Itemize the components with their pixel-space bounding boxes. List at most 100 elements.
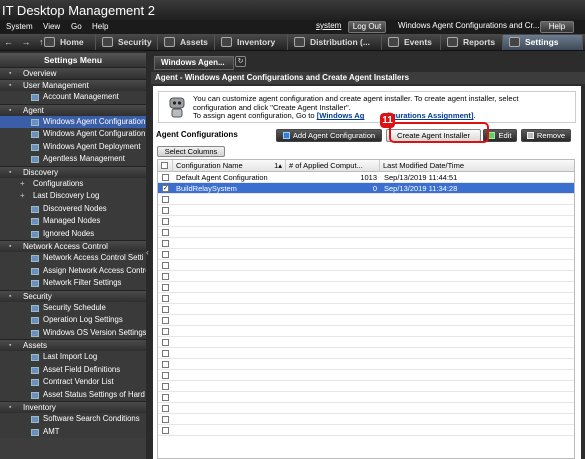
expand-icon[interactable]: + [20,178,25,191]
sidebar-section[interactable]: Network Access Control [0,240,146,253]
sidebar-section[interactable]: Assets [0,339,146,352]
row-checkbox[interactable] [162,427,169,434]
table-row[interactable] [158,392,574,403]
sidebar-item[interactable]: Software Search Conditions [0,413,146,426]
nav-tab-reports[interactable]: Reports [441,35,503,50]
sidebar-item[interactable]: AMT [0,425,146,438]
row-checkbox[interactable] [162,240,169,247]
logout-button[interactable]: Log Out [348,21,386,33]
row-checkbox[interactable] [162,328,169,335]
table-row[interactable] [158,348,574,359]
table-row[interactable] [158,359,574,370]
header-checkbox[interactable] [158,160,173,172]
help-button[interactable]: Help [540,21,574,33]
add-agent-config-button[interactable]: Add Agent Configuration [276,129,382,142]
sidebar-item[interactable]: Windows Agent Configuration [0,115,146,128]
nav-tab-security[interactable]: Security [96,35,158,50]
row-checkbox[interactable] [162,306,169,313]
row-checkbox[interactable] [162,295,169,302]
row-checkbox[interactable] [162,394,169,401]
table-row[interactable] [158,304,574,315]
sidebar-item[interactable]: Asset Status Settings of Hard [0,388,146,401]
sidebar-item[interactable]: Network Filter Settings [0,277,146,290]
table-row[interactable] [158,337,574,348]
row-checkbox[interactable]: ✓ [162,185,169,192]
sidebar-item[interactable]: Windows OS Version Settings [0,326,146,339]
sidebar-item[interactable]: Account Management [0,91,146,104]
row-checkbox[interactable] [162,218,169,225]
tab-windows-agent[interactable]: Windows Agen... [154,56,234,70]
sidebar-item[interactable]: Asset Field Definitions [0,363,146,376]
sidebar-item[interactable]: Security Schedule [0,301,146,314]
table-row[interactable] [158,403,574,414]
table-row[interactable] [158,205,574,216]
row-checkbox[interactable] [162,317,169,324]
remove-button[interactable]: Remove [521,129,571,142]
table-row[interactable] [158,249,574,260]
row-checkbox[interactable] [162,339,169,346]
sidebar-section[interactable]: User Management [0,79,146,92]
table-row[interactable] [158,425,574,436]
header-applied[interactable]: # of Applied Comput... [286,160,380,172]
menu-help[interactable]: Help [92,22,108,31]
sidebar-item[interactable]: Agentless Management [0,153,146,166]
sidebar-item[interactable]: Network Access Control Setti [0,252,146,265]
row-checkbox[interactable] [162,416,169,423]
table-row[interactable] [158,381,574,392]
row-checkbox[interactable] [162,361,169,368]
row-checkbox[interactable] [162,372,169,379]
table-row[interactable] [158,260,574,271]
sidebar-item[interactable]: Managed Nodes [0,215,146,228]
sidebar-item[interactable]: + Configurations [0,177,146,191]
sidebar-section[interactable]: Discovery [0,165,146,179]
sidebar-section[interactable]: Security [0,289,146,303]
select-columns-button[interactable]: Select Columns [157,146,225,157]
row-checkbox[interactable] [162,174,169,181]
nav-tab-distribution[interactable]: Distribution (... [288,35,382,50]
table-row[interactable] [158,414,574,425]
table-row[interactable]: ✓ BuildRelaySystem 0 Sep/13/2019 11:34:28 [158,183,574,194]
sidebar-item[interactable]: Operation Log Settings [0,314,146,327]
table-row[interactable] [158,227,574,238]
table-row[interactable] [158,293,574,304]
sidebar-item[interactable]: + Last Discovery Log [0,190,146,203]
menu-go[interactable]: Go [71,22,82,31]
sidebar-item[interactable]: Ignored Nodes [0,227,146,240]
row-checkbox[interactable] [162,207,169,214]
table-row[interactable] [158,271,574,282]
assignment-link[interactable]: [Windows Ag figurations Assignment] [317,111,474,120]
sidebar-section[interactable]: Agent [0,103,146,117]
sidebar-item[interactable]: Windows Agent Deployment [0,140,146,153]
row-checkbox[interactable] [162,229,169,236]
menu-view[interactable]: View [43,22,60,31]
nav-tab-settings[interactable]: Settings [503,35,583,50]
row-checkbox[interactable] [162,262,169,269]
sidebar-section[interactable]: Inventory [0,401,146,414]
row-checkbox[interactable] [162,405,169,412]
collapse-icon[interactable]: ‹ [146,248,149,257]
expand-icon[interactable]: + [20,190,25,203]
sidebar-section[interactable]: Overview [0,67,146,80]
row-checkbox[interactable] [162,350,169,357]
row-checkbox[interactable] [162,251,169,258]
header-modified[interactable]: Last Modified Date/Time [380,160,574,172]
table-row[interactable] [158,370,574,381]
table-row[interactable] [158,194,574,205]
sidebar-item[interactable]: Last Import Log [0,351,146,364]
table-row[interactable] [158,315,574,326]
header-config-name[interactable]: Configuration Name 1▴ [173,160,286,172]
row-checkbox[interactable] [162,273,169,280]
nav-tab-events[interactable]: Events [382,35,441,50]
sidebar-item[interactable]: Discovered Nodes [0,202,146,215]
nav-tab-home[interactable]: Home [38,35,96,50]
refresh-tab-icon[interactable]: ↻ [235,56,246,67]
menu-system[interactable]: System [6,22,33,31]
row-checkbox[interactable] [162,284,169,291]
table-row[interactable]: Default Agent Configuration 1013 Sep/13/20… [158,172,574,183]
table-row[interactable] [158,282,574,293]
sidebar-item[interactable]: Assign Network Access Contro [0,264,146,277]
table-row[interactable] [158,216,574,227]
table-row[interactable] [158,238,574,249]
row-checkbox[interactable] [162,196,169,203]
row-checkbox[interactable] [162,383,169,390]
